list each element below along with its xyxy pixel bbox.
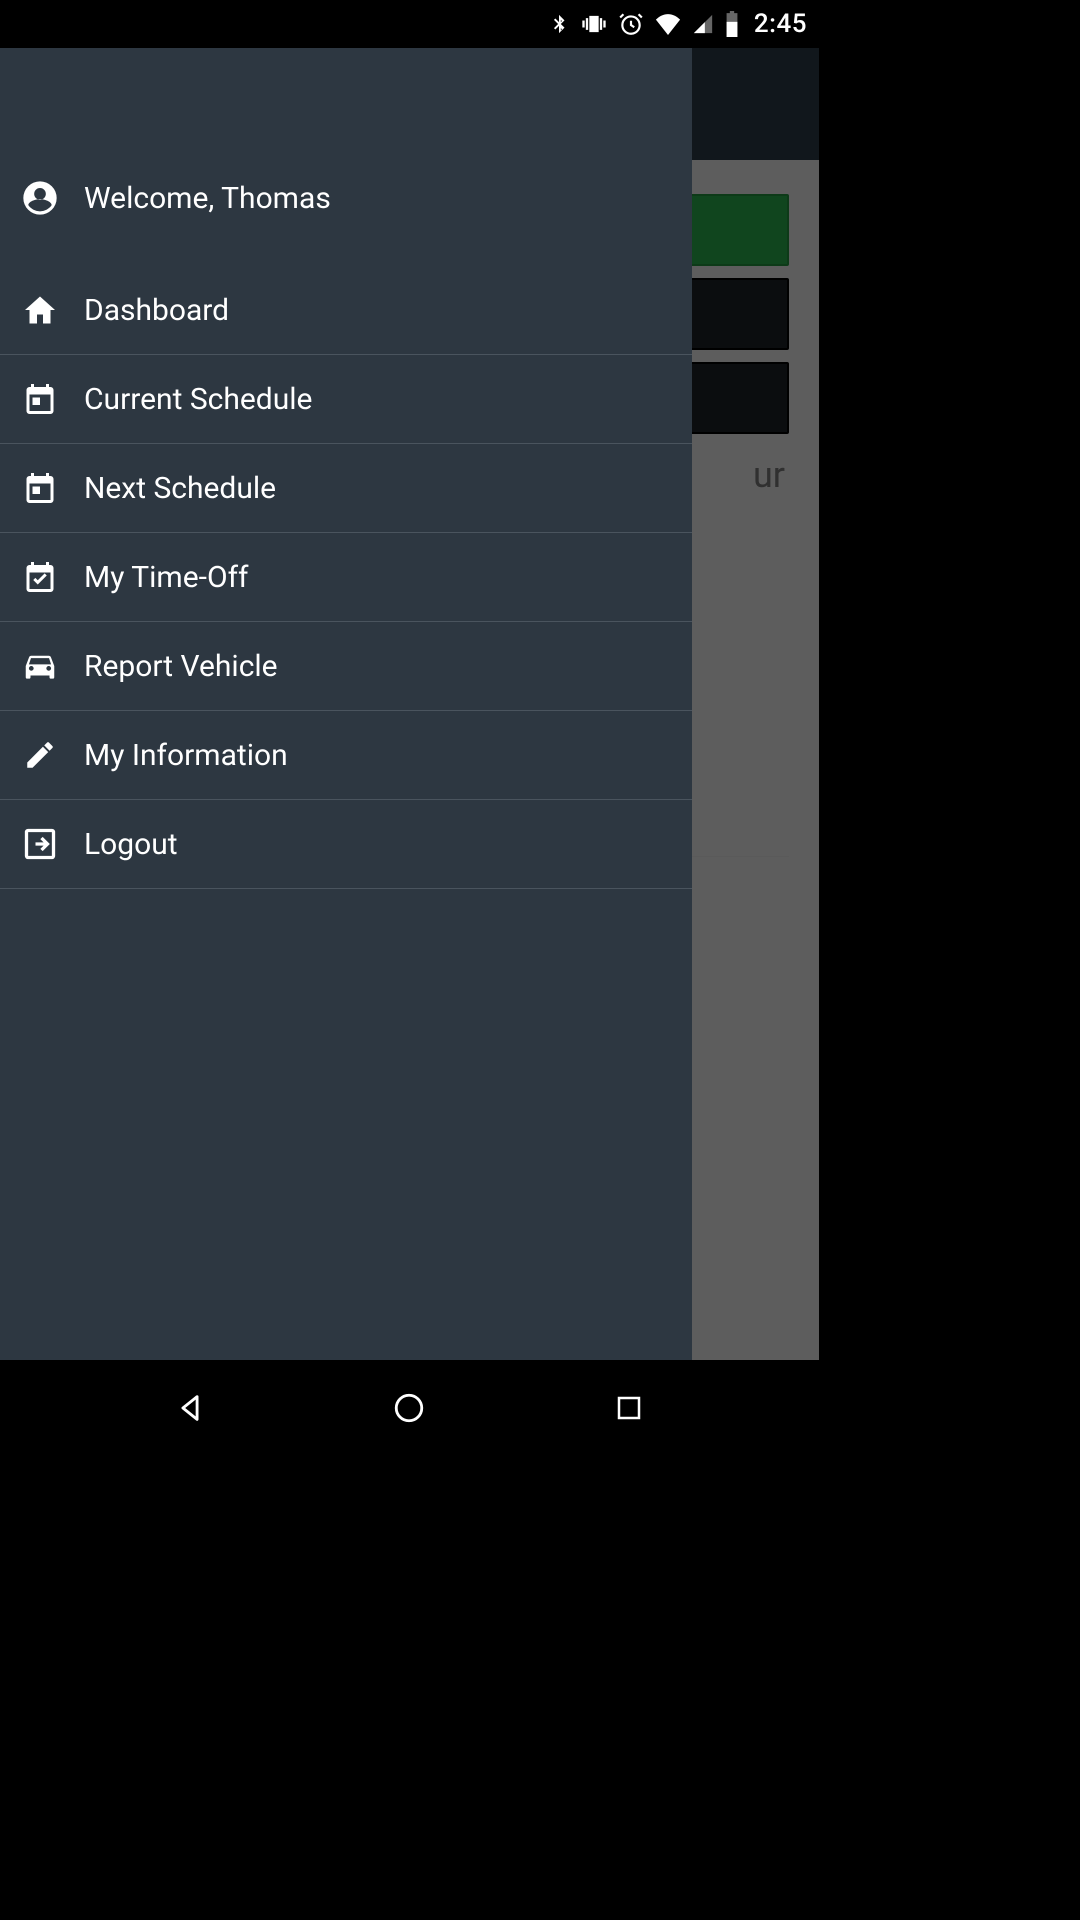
drawer-header-spacer [0,48,692,166]
drawer-welcome-row: Welcome, Thomas [0,166,692,266]
drawer-scrim[interactable] [692,48,819,1360]
recent-apps-button[interactable] [569,1372,689,1444]
drawer-item-dashboard[interactable]: Dashboard [0,266,692,355]
home-button[interactable] [349,1372,469,1444]
wifi-icon [654,13,682,35]
drawer-item-my-information[interactable]: My Information [0,711,692,800]
logout-icon [18,822,62,866]
status-bar-clock: 2:45 [754,9,807,39]
vibrate-icon [580,10,608,38]
pencil-icon [18,733,62,777]
bluetooth-icon [548,10,570,38]
drawer-item-label: My Time-Off [84,560,248,595]
drawer-item-label: My Information [84,738,288,773]
drawer-item-label: Next Schedule [84,471,276,506]
account-circle-icon [18,176,62,220]
cell-signal-icon [692,13,714,35]
status-bar: 2:45 [0,0,819,48]
device-frame: 2:45 ur Welcome, Thomas Dash [0,0,819,1456]
drawer-item-label: Report Vehicle [84,649,278,684]
drawer-item-label: Dashboard [84,293,229,328]
drawer-item-logout[interactable]: Logout [0,800,692,889]
alarm-icon [618,11,644,37]
drawer-menu-list: Dashboard Current Schedule Next Schedule… [0,266,692,889]
drawer-item-my-time-off[interactable]: My Time-Off [0,533,692,622]
drawer-item-report-vehicle[interactable]: Report Vehicle [0,622,692,711]
drawer-item-label: Current Schedule [84,382,312,417]
drawer-welcome-label: Welcome, Thomas [84,181,331,216]
home-icon [18,288,62,332]
navigation-drawer: Welcome, Thomas Dashboard Current Schedu… [0,48,692,1360]
battery-icon [724,11,740,37]
system-navigation-bar [0,1360,819,1456]
calendar-next-icon [18,466,62,510]
drawer-item-current-schedule[interactable]: Current Schedule [0,355,692,444]
drawer-item-next-schedule[interactable]: Next Schedule [0,444,692,533]
drawer-item-label: Logout [84,827,178,862]
calendar-check-icon [18,555,62,599]
car-icon [18,644,62,688]
calendar-today-icon [18,377,62,421]
back-button[interactable] [130,1372,250,1444]
